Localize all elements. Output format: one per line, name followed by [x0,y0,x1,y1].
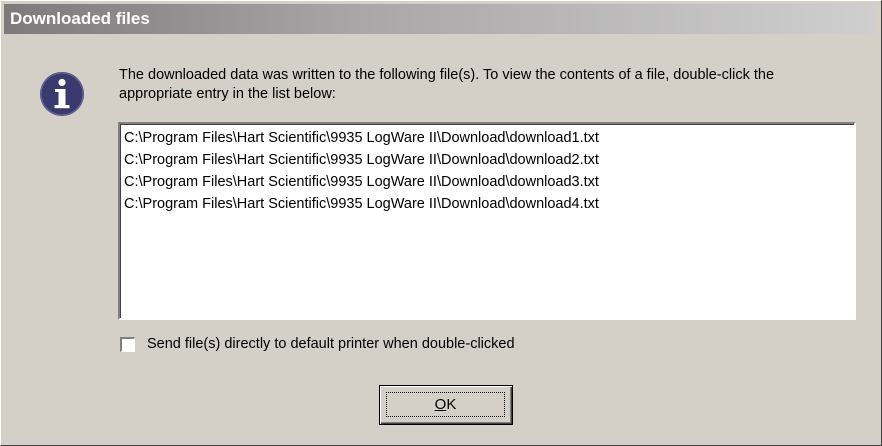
ok-label-rest: K [446,396,457,413]
window-title: Downloaded files [10,9,150,28]
print-option-row[interactable]: Send file(s) directly to default printer… [120,334,515,354]
print-checkbox-label[interactable]: Send file(s) directly to default printer… [147,336,515,352]
ok-mnemonic: O [434,396,447,413]
ok-button[interactable]: OK [379,385,513,425]
file-listbox[interactable]: C:\Program Files\Hart Scientific\9935 Lo… [118,122,856,320]
message-text: The downloaded data was written to the f… [119,67,775,102]
info-icon [40,72,84,116]
list-item[interactable]: C:\Program Files\Hart Scientific\9935 Lo… [124,127,850,149]
print-checkbox[interactable] [120,336,135,352]
list-item[interactable]: C:\Program Files\Hart Scientific\9935 Lo… [124,171,850,193]
ok-button-label: OK [386,392,505,417]
list-item[interactable]: C:\Program Files\Hart Scientific\9935 Lo… [124,149,850,171]
title-bar[interactable]: Downloaded files [4,4,877,34]
dialog-window: Downloaded files The downloaded data was… [0,0,882,446]
list-item[interactable]: C:\Program Files\Hart Scientific\9935 Lo… [124,193,850,215]
